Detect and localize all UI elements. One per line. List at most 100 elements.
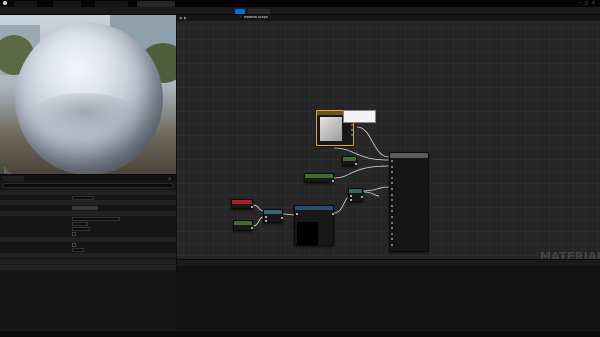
input-pin[interactable] (265, 220, 267, 222)
property-row[interactable] (0, 205, 176, 210)
wire (333, 165, 390, 179)
physical-material-picker[interactable] (72, 205, 98, 210)
lerp-node[interactable] (263, 209, 283, 223)
node-title (264, 210, 282, 214)
toolbar-platform-stats-button[interactable] (235, 8, 245, 14)
output-log-panel (177, 259, 600, 330)
result-input-pin[interactable] (391, 182, 393, 185)
input-pin[interactable] (350, 195, 352, 197)
toolbar-hierarchy-button[interactable] (85, 9, 109, 14)
section-lightmass[interactable] (0, 259, 176, 264)
output-pin[interactable] (351, 124, 353, 126)
toolbar-clean-button[interactable] (138, 9, 155, 14)
toolbar-settings-button[interactable] (248, 8, 270, 14)
output-pin[interactable] (332, 180, 334, 182)
texture-thumbnail (320, 117, 342, 141)
output-pin[interactable] (355, 163, 357, 165)
vector-parameter-node[interactable] (231, 199, 253, 209)
output-pin[interactable] (251, 227, 253, 229)
node-title (305, 174, 333, 178)
axis-gizmo-icon (4, 167, 11, 174)
material-graph-canvas[interactable]: ◀ ▶ › Material Graph MATERIAL (177, 15, 600, 259)
maximize-icon[interactable]: □ (584, 1, 589, 5)
result-input-pin[interactable] (391, 176, 393, 179)
result-input-pin[interactable] (391, 188, 393, 190)
wire (252, 204, 264, 212)
function-preview-node[interactable] (294, 205, 334, 246)
output-pin[interactable] (351, 134, 353, 136)
section-mobile[interactable] (0, 265, 176, 270)
section-usage[interactable] (0, 253, 176, 258)
result-input-pin[interactable] (391, 238, 393, 241)
toolbar-save-button[interactable] (2, 9, 20, 14)
result-input-pin[interactable] (391, 227, 393, 230)
result-input-pin[interactable] (391, 204, 393, 207)
result-input-pin[interactable] (391, 171, 393, 174)
wire (356, 126, 390, 158)
material-domain-dropdown[interactable] (72, 195, 94, 200)
toolbar-preview-state-button[interactable] (157, 9, 180, 14)
input-pin[interactable] (265, 216, 267, 218)
constant-node[interactable] (233, 220, 253, 231)
wire (361, 186, 390, 192)
tab-parameters[interactable] (30, 176, 54, 182)
result-input-pin[interactable] (391, 165, 393, 168)
graph-watermark-label: MATERIAL (540, 251, 600, 259)
sphere-reflection (30, 93, 140, 139)
result-input-pin[interactable] (391, 193, 393, 196)
wire (252, 216, 264, 227)
toolbar-hide-connectors-button[interactable] (182, 9, 210, 14)
toolbar-home-button[interactable] (70, 9, 83, 14)
app-logo-icon (3, 1, 7, 5)
property-value-field[interactable] (72, 216, 120, 221)
input-pin[interactable] (296, 213, 298, 215)
editor-toolbar (0, 7, 600, 15)
output-pin[interactable] (332, 213, 334, 215)
result-input-pin[interactable] (391, 210, 393, 213)
toolbar-search-button[interactable] (55, 9, 68, 14)
toolbar-stats-button[interactable] (213, 9, 233, 14)
toolbar-live-update-button[interactable] (111, 9, 135, 14)
preview-thumbnail (297, 222, 318, 245)
property-row[interactable] (0, 231, 176, 236)
result-node-title (390, 153, 428, 158)
node-title (349, 189, 362, 193)
output-pin[interactable] (361, 196, 363, 198)
toolbar-browse-button[interactable] (22, 9, 36, 14)
node-title (232, 200, 252, 204)
node-title (343, 157, 356, 161)
preview-viewport[interactable] (0, 15, 176, 174)
minimize-icon[interactable]: – (577, 1, 582, 5)
multiply-node[interactable] (348, 188, 363, 202)
status-bar (0, 330, 600, 337)
output-pin[interactable] (351, 129, 353, 131)
details-search-input[interactable] (3, 183, 173, 188)
details-panel: × (0, 174, 176, 330)
property-value-field[interactable] (72, 247, 84, 252)
property-checkbox[interactable] (72, 242, 76, 247)
shading-model-dropdown[interactable] (72, 226, 90, 231)
constant-node[interactable] (342, 156, 357, 166)
node-title (234, 221, 252, 225)
close-icon[interactable]: × (591, 1, 596, 5)
toolbar-apply-button[interactable] (38, 9, 52, 14)
result-input-pin[interactable] (391, 221, 393, 224)
material-result-node[interactable] (389, 152, 429, 252)
property-row[interactable] (0, 247, 176, 252)
result-input-pin[interactable] (391, 244, 393, 246)
scalar-parameter-node[interactable] (304, 173, 334, 183)
blend-mode-dropdown[interactable] (72, 221, 88, 226)
output-pin[interactable] (251, 206, 253, 208)
result-input-pin[interactable] (391, 232, 393, 235)
property-row[interactable] (0, 281, 176, 286)
input-pin[interactable] (350, 199, 352, 201)
two-sided-checkbox[interactable] (72, 231, 76, 236)
tab-details[interactable] (2, 175, 24, 181)
output-pin[interactable] (281, 217, 283, 219)
node-tooltip (343, 110, 376, 123)
result-input-pin[interactable] (391, 199, 393, 202)
result-input-pin[interactable] (391, 160, 393, 162)
result-input-pin[interactable] (391, 216, 393, 218)
details-tab-strip: × (0, 175, 176, 181)
close-icon[interactable]: × (168, 176, 171, 181)
